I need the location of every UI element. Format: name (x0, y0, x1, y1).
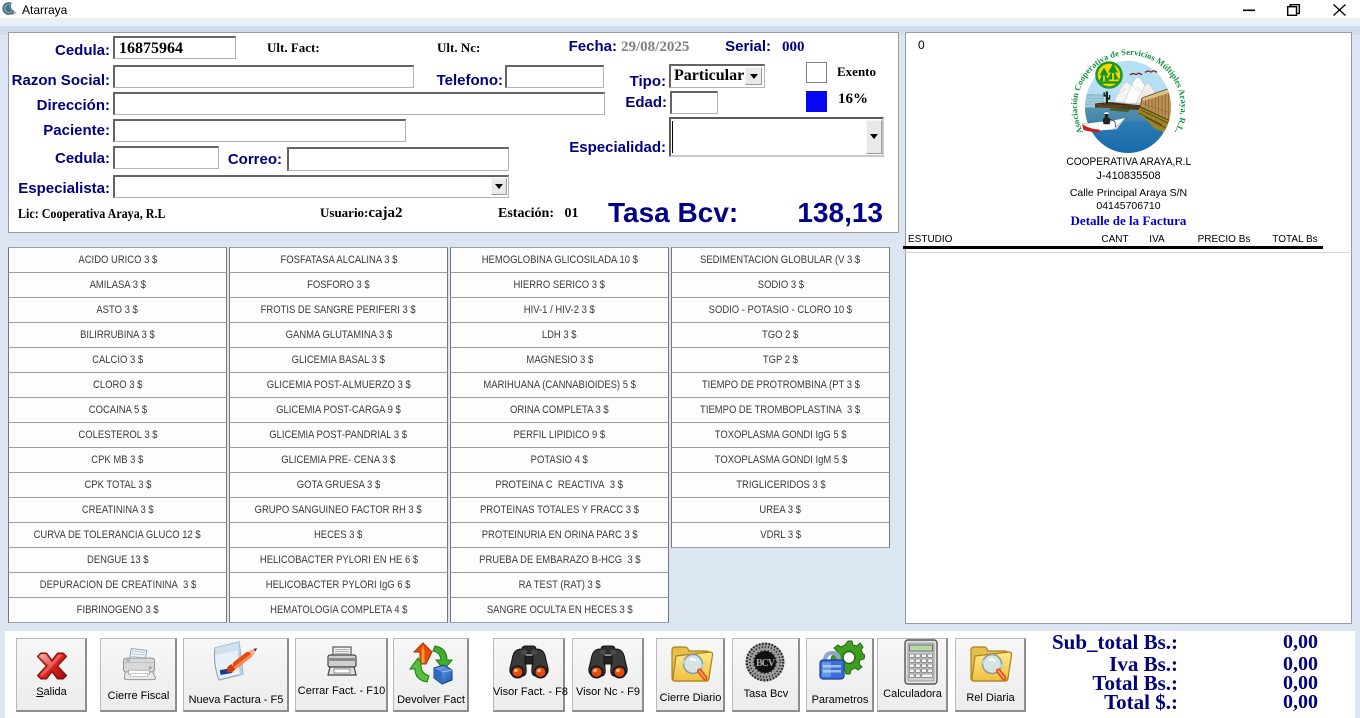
svg-text:BCV: BCV (756, 658, 776, 669)
